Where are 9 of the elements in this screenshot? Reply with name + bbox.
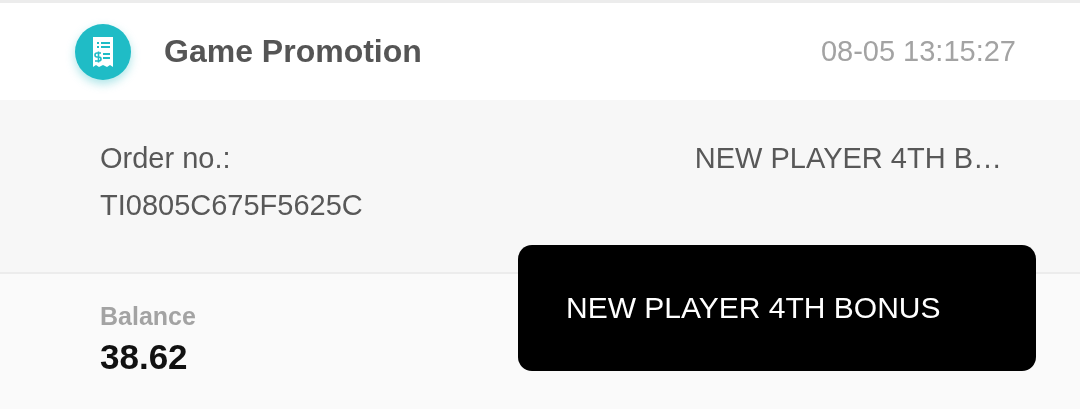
receipt-icon bbox=[74, 22, 132, 81]
promotion-name: NEW PLAYER 4TH B… bbox=[694, 142, 1002, 176]
order-label: Order no.: bbox=[100, 142, 232, 175]
order-number: TI0805C675F5625C bbox=[100, 189, 363, 222]
balance-value: 38.62 bbox=[100, 337, 188, 377]
timestamp: 08-05 13:15:27 bbox=[820, 35, 1016, 68]
promotion-title: Game Promotion bbox=[164, 33, 423, 70]
balance-label: Balance bbox=[100, 302, 196, 331]
toast-message: NEW PLAYER 4TH BONUS bbox=[518, 245, 1036, 371]
